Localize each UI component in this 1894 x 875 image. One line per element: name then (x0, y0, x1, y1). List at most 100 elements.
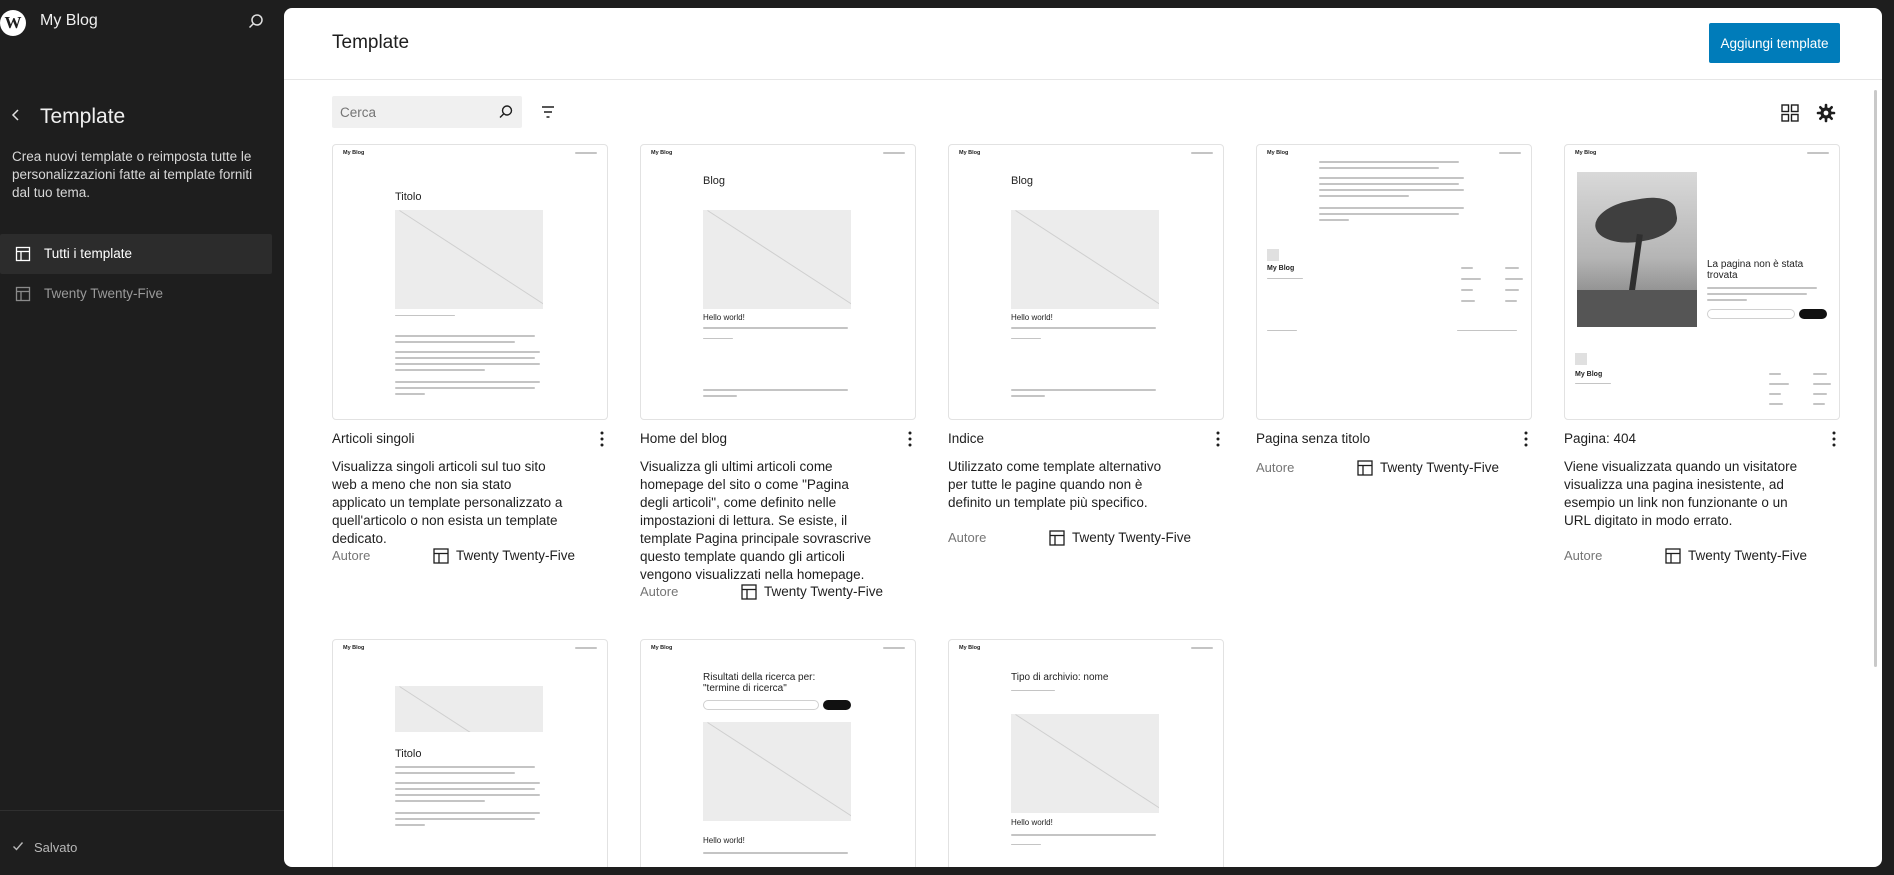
template-title[interactable]: Pagina: 404 (1564, 431, 1636, 446)
save-status: Salvato (12, 840, 77, 855)
sidebar: W My Blog Template Crea nuovi template o… (0, 0, 284, 875)
preview-heading: Tipo di archivio: nome (1011, 672, 1109, 683)
template-meta: Autore Twenty Twenty-Five (948, 528, 1224, 548)
template-preview[interactable]: My Blog Tipo di archivio: nome Hello wor… (948, 639, 1224, 867)
template-card-page[interactable]: My Blog Titolo (332, 639, 608, 867)
preview-site-title: My Blog (959, 645, 981, 651)
layout-icon (15, 246, 31, 262)
author-label: Autore (640, 584, 679, 599)
preview-nav (575, 645, 597, 650)
preview-post-title: Hello world! (1011, 818, 1053, 827)
layout-icon (432, 547, 450, 565)
preview-footer-site-title: My Blog (1575, 371, 1603, 378)
search-icon[interactable] (496, 102, 516, 122)
template-preview[interactable]: My Blog Risultati della ricerca per: "te… (640, 639, 916, 867)
template-preview[interactable]: My Blog Blog Hello world! (948, 144, 1224, 420)
preview-site-title: My Blog (343, 645, 365, 651)
preview-heading: Titolo (395, 191, 422, 203)
template-title[interactable]: Indice (948, 431, 984, 446)
sidebar-item-all-templates[interactable]: Tutti i template (0, 234, 272, 274)
preview-search-button (823, 700, 851, 710)
grid-view-icon[interactable] (1778, 101, 1802, 125)
preview-logo (1267, 249, 1279, 261)
template-title[interactable]: Pagina senza titolo (1256, 431, 1370, 446)
template-card-single[interactable]: My Blog Titolo Articoli singoli Visualiz… (332, 144, 608, 564)
template-theme: Twenty Twenty-Five (1380, 460, 1500, 475)
preview-nav (1807, 150, 1829, 155)
site-title[interactable]: My Blog (40, 12, 98, 30)
scrollbar[interactable] (1874, 90, 1877, 667)
template-theme: Twenty Twenty-Five (764, 584, 884, 599)
preview-heading: Blog (703, 175, 726, 187)
gear-icon[interactable] (1814, 101, 1838, 125)
preview-post-title: Hello world! (1011, 313, 1053, 322)
main-content: Template Aggiungi template My Blog Titol… (284, 8, 1882, 867)
page-title: Template (332, 32, 410, 53)
preview-site-title: My Blog (1575, 150, 1597, 156)
search-icon[interactable] (244, 10, 268, 34)
save-status-label: Salvato (34, 840, 78, 855)
author-label: Autore (332, 548, 371, 563)
template-preview[interactable]: My Blog Titolo (332, 639, 608, 867)
preview-site-title: My Blog (651, 645, 673, 651)
template-preview[interactable]: My Blog My Blog (1256, 144, 1532, 420)
template-description: Viene visualizzata quando un visitatore … (1564, 459, 1798, 528)
template-card-404[interactable]: My Blog La pagina non è stata trovata My… (1564, 144, 1840, 564)
preview-image-placeholder (703, 722, 851, 821)
more-vertical-icon[interactable] (1518, 429, 1534, 449)
author-label: Autore (1256, 460, 1295, 475)
preview-nav (1499, 150, 1521, 155)
template-title[interactable]: Home del blog (640, 431, 727, 446)
layout-icon (1664, 547, 1682, 565)
template-description: Utilizzato come template alternativo per… (948, 459, 1162, 510)
preview-search-field (1707, 309, 1795, 319)
preview-image-placeholder (395, 210, 543, 309)
template-preview[interactable]: My Blog La pagina non è stata trovata My… (1564, 144, 1840, 420)
sidebar-item-twenty-twenty-five[interactable]: Twenty Twenty-Five (0, 274, 272, 314)
template-meta: Autore Twenty Twenty-Five (1256, 458, 1532, 478)
template-card-page-no-title[interactable]: My Blog My Blog Pagina senza titolo Auto… (1256, 144, 1532, 476)
template-theme: Twenty Twenty-Five (456, 548, 576, 563)
sidebar-item-label: Twenty Twenty-Five (44, 286, 164, 301)
preview-post-title: Hello world! (703, 313, 745, 322)
template-card-archive[interactable]: My Blog Tipo di archivio: nome Hello wor… (948, 639, 1224, 867)
template-meta: Autore Twenty Twenty-Five (640, 582, 916, 602)
template-preview[interactable]: My Blog Titolo (332, 144, 608, 420)
sidebar-title: Template (40, 105, 126, 128)
layout-icon (15, 286, 31, 302)
preview-heading: Blog (1011, 175, 1034, 187)
preview-image-placeholder (1011, 210, 1159, 309)
template-preview[interactable]: My Blog Blog Hello world! (640, 144, 916, 420)
preview-nav (1191, 150, 1213, 155)
preview-nav (883, 645, 905, 650)
more-vertical-icon[interactable] (594, 429, 610, 449)
more-vertical-icon[interactable] (902, 429, 918, 449)
preview-site-title: My Blog (343, 150, 365, 156)
template-card-home[interactable]: My Blog Blog Hello world! Home del blog … (640, 144, 916, 600)
preview-search-button (1799, 309, 1827, 319)
preview-nav (883, 150, 905, 155)
preview-nav (575, 150, 597, 155)
preview-heading: Risultati della ricerca per: "termine di… (703, 672, 816, 694)
template-description: Visualizza singoli articoli sul tuo sito… (332, 459, 563, 546)
back-chevron-icon[interactable] (4, 103, 28, 127)
template-card-index[interactable]: My Blog Blog Hello world! Indice Utilizz… (948, 144, 1224, 546)
template-card-search[interactable]: My Blog Risultati della ricerca per: "te… (640, 639, 916, 867)
site-hub: W My Blog (0, 0, 284, 44)
search-input[interactable] (332, 96, 492, 128)
more-vertical-icon[interactable] (1826, 429, 1842, 449)
add-template-button[interactable]: Aggiungi template (1709, 23, 1840, 63)
template-title[interactable]: Articoli singoli (332, 431, 415, 446)
template-description: Visualizza gli ultimi articoli come home… (640, 459, 872, 582)
wordpress-logo-icon[interactable]: W (0, 10, 26, 36)
layout-icon (1356, 459, 1374, 477)
filter-icon[interactable] (536, 100, 560, 124)
more-vertical-icon[interactable] (1210, 429, 1226, 449)
preview-heading: La pagina non è stata trovata (1707, 259, 1804, 281)
template-meta: Autore Twenty Twenty-Five (332, 546, 608, 566)
preview-search-field (703, 700, 819, 710)
search-field[interactable] (332, 96, 522, 128)
preview-site-title: My Blog (651, 150, 673, 156)
sidebar-description: Crea nuovi template o reimposta tutte le… (12, 149, 253, 200)
sidebar-item-label: Tutti i template (44, 246, 133, 261)
